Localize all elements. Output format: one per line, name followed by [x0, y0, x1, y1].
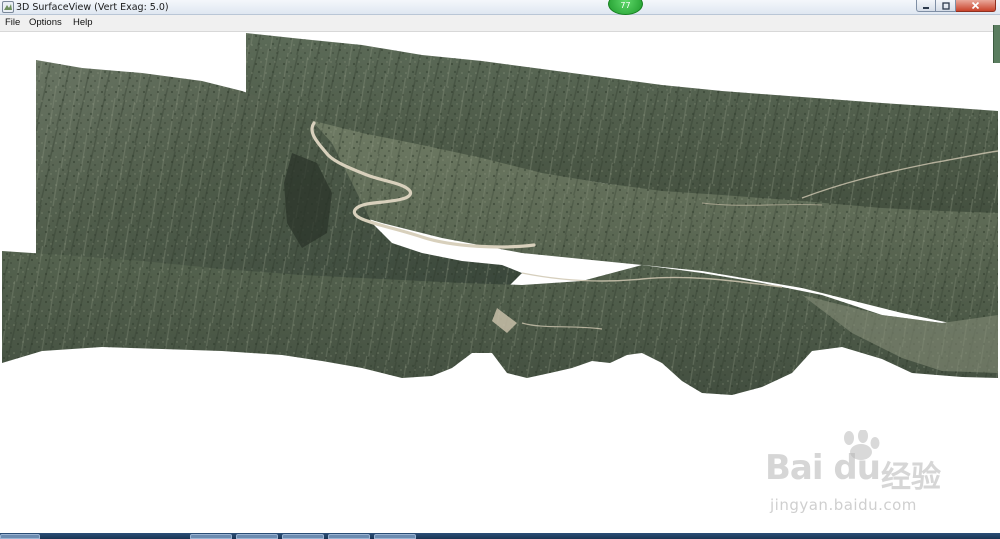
maximize-icon — [941, 1, 950, 10]
taskbar-item[interactable] — [236, 534, 278, 539]
taskbar-item[interactable] — [374, 534, 416, 539]
taskbar-item[interactable] — [282, 534, 324, 539]
app-icon[interactable] — [2, 1, 14, 13]
title-bar: 3D SurfaceView (Vert Exag: 5.0) — [0, 0, 1000, 15]
maximize-button[interactable] — [936, 0, 956, 12]
close-icon — [971, 1, 980, 10]
menu-options[interactable]: Options — [29, 15, 62, 31]
start-button[interactable] — [0, 534, 40, 539]
taskbar-item[interactable] — [328, 534, 370, 539]
close-button[interactable] — [956, 0, 996, 12]
scrollbar-handle[interactable] — [993, 25, 1000, 63]
menu-file[interactable]: File — [5, 15, 20, 31]
window-title: 3D SurfaceView (Vert Exag: 5.0) — [16, 2, 169, 13]
taskbar — [0, 533, 1000, 539]
window-controls — [916, 0, 996, 13]
taskbar-item[interactable] — [190, 534, 232, 539]
terrain-render[interactable] — [2, 33, 998, 533]
menu-help[interactable]: Help — [73, 15, 93, 31]
minimize-icon — [923, 6, 929, 9]
menu-bar: File Options Help — [0, 15, 1000, 32]
3d-surface-viewport[interactable] — [2, 33, 998, 533]
minimize-button[interactable] — [916, 0, 936, 12]
